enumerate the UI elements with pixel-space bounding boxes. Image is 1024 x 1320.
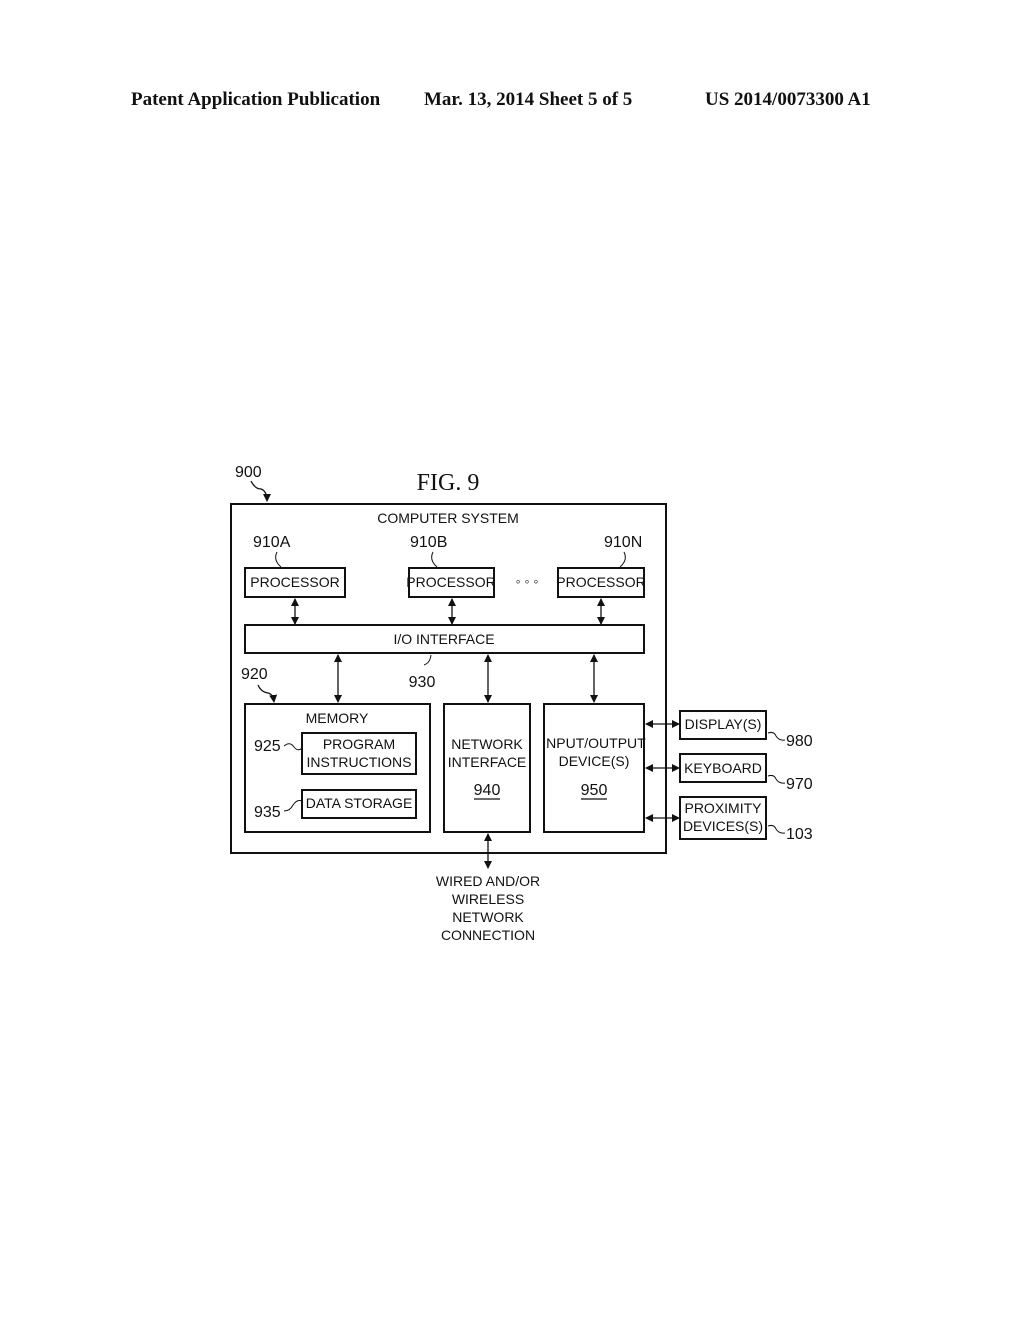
memory-ref-leader <box>257 684 278 703</box>
memory-label: MEMORY <box>306 710 369 726</box>
keyboard-ref: 970 <box>786 776 813 793</box>
processor-910b: 910B PROCESSOR <box>406 534 496 598</box>
data-storage-label: DATA STORAGE <box>306 795 413 811</box>
ref-leader <box>767 731 786 741</box>
network-connection-line: NETWORK <box>452 909 524 925</box>
proximity-label-line1: PROXIMITY <box>684 800 762 816</box>
ref-leader <box>275 551 282 568</box>
network-connection-line: WIRELESS <box>452 891 524 907</box>
ref-leader <box>283 743 303 751</box>
ref-leader <box>619 551 626 568</box>
ref-leader <box>283 800 303 812</box>
processor-ellipsis: ◦ ◦ ◦ <box>516 573 539 589</box>
program-instructions-line2: INSTRUCTIONS <box>307 754 412 770</box>
io-ref-leader <box>423 654 432 666</box>
io-devices-line2: DEVICE(S) <box>559 753 630 769</box>
ref-leader <box>767 824 786 834</box>
network-interface-line2: INTERFACE <box>448 754 527 770</box>
proximity-devices-103: PROXIMITY DEVICES(S) 103 <box>679 796 813 843</box>
ref-leader <box>431 551 438 568</box>
program-instructions-line1: PROGRAM <box>323 736 395 752</box>
proximity-ref: 103 <box>786 826 813 843</box>
computer-system-label: COMPUTER SYSTEM <box>377 510 519 526</box>
keyboard-970: KEYBOARD 970 <box>679 753 813 793</box>
network-connection-label: WIRED AND/OR WIRELESS NETWORK CONNECTION <box>436 873 540 943</box>
io-interface-label: I/O INTERFACE <box>393 631 494 647</box>
display-ref: 980 <box>786 733 813 750</box>
fig9-diagram: FIG. 9 900 COMPUTER SYSTEM 910A PROCESSO… <box>230 464 813 943</box>
io-devices-ref: 950 <box>581 782 608 799</box>
display-label: DISPLAY(S) <box>685 716 762 732</box>
processor-ref: 910B <box>410 534 447 551</box>
io-devices-950: INPUT/OUTPUT DEVICE(S) 950 <box>542 703 646 833</box>
system-ref-leader <box>250 480 271 502</box>
processor-label: PROCESSOR <box>406 574 495 590</box>
network-connection-line: CONNECTION <box>441 927 535 943</box>
display-980: DISPLAY(S) 980 <box>679 710 813 750</box>
memory-920: 920 MEMORY 925 PROGRAM INSTRUCTIONS 935 … <box>241 666 431 833</box>
ref-leader <box>767 774 786 784</box>
figure-title: FIG. 9 <box>417 470 480 496</box>
processor-label: PROCESSOR <box>556 574 645 590</box>
processor-label: PROCESSOR <box>250 574 339 590</box>
processor-ref: 910N <box>604 534 642 551</box>
io-interface-ref: 930 <box>409 674 436 691</box>
network-interface-ref: 940 <box>474 782 501 799</box>
program-instructions-ref: 925 <box>254 738 281 755</box>
system-ref: 900 <box>235 464 262 481</box>
io-devices-line1: INPUT/OUTPUT <box>542 735 646 751</box>
processor-ref: 910A <box>253 534 291 551</box>
memory-ref: 920 <box>241 666 268 683</box>
processor-910n: 910N PROCESSOR <box>556 534 646 598</box>
network-interface-940: NETWORK INTERFACE 940 <box>443 703 531 833</box>
processor-910a: 910A PROCESSOR <box>244 534 346 598</box>
proximity-label-line2: DEVICES(S) <box>683 818 763 834</box>
computer-system-box <box>230 503 667 854</box>
network-interface-line1: NETWORK <box>451 736 523 752</box>
network-connection-line: WIRED AND/OR <box>436 873 540 889</box>
data-storage-ref: 935 <box>254 804 281 821</box>
keyboard-label: KEYBOARD <box>684 760 762 776</box>
